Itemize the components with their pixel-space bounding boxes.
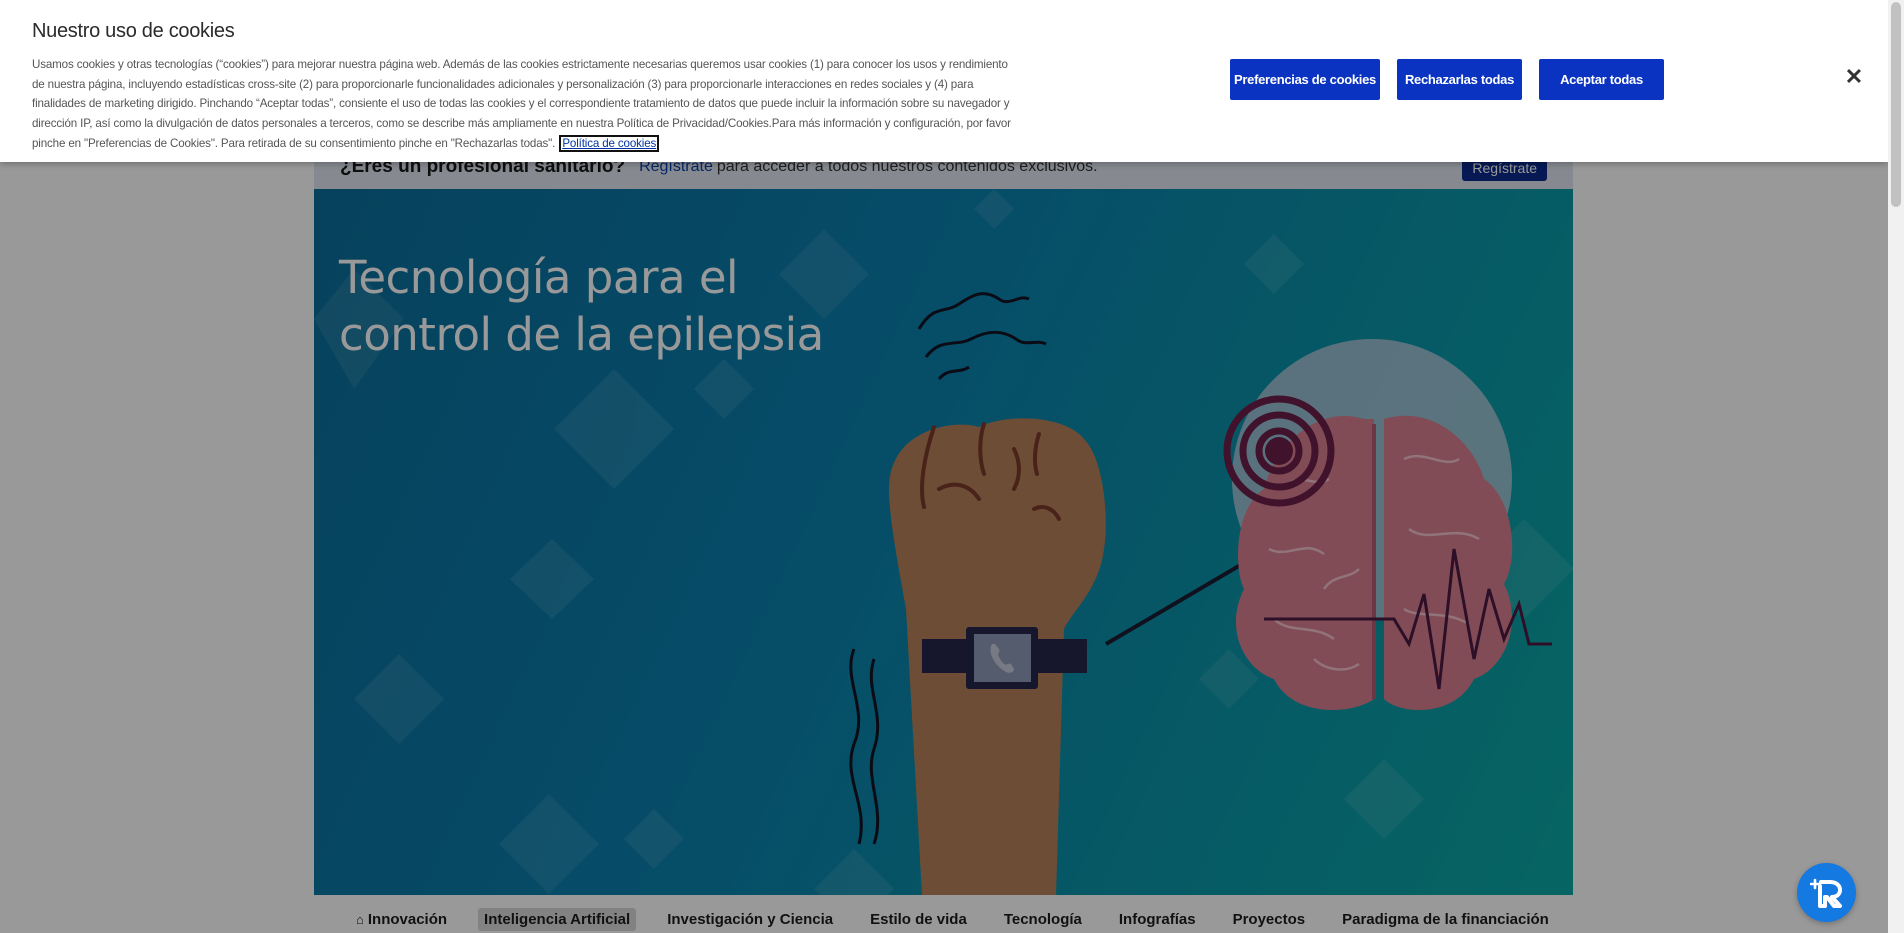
cookie-banner: Nuestro uso de cookies Usamos cookies y … <box>0 0 1888 162</box>
scrollbar[interactable] <box>1888 0 1904 933</box>
cookie-description: Usamos cookies y otras tecnologías (“coo… <box>32 58 1011 150</box>
cookie-policy-link[interactable]: Política de cookies <box>559 134 660 152</box>
cookie-banner-text: Usamos cookies y otras tecnologías (“coo… <box>32 55 1022 154</box>
close-icon[interactable]: ✕ <box>1843 66 1865 88</box>
chat-assistant-icon <box>1809 878 1842 908</box>
chat-assistant-button[interactable] <box>1797 863 1856 922</box>
reject-all-button[interactable]: Rechazarlas todas <box>1397 59 1522 100</box>
cookie-preferences-button[interactable]: Preferencias de cookies <box>1230 59 1380 100</box>
scrollbar-thumb[interactable] <box>1891 2 1901 207</box>
accept-all-button[interactable]: Aceptar todas <box>1539 59 1664 100</box>
cookie-banner-title: Nuestro uso de cookies <box>32 20 235 42</box>
